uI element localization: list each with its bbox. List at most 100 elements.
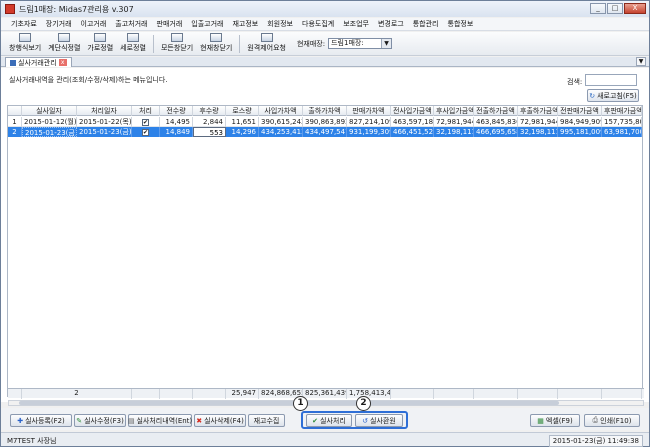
menu-shipping[interactable]: 출고처거래 bbox=[115, 19, 147, 29]
horizontal-layout-icon bbox=[94, 33, 107, 42]
col-after-purchase-amt[interactable]: 후사입가금액 bbox=[434, 106, 474, 116]
processed-checkbox[interactable]: ✔ bbox=[142, 128, 149, 136]
tab-dropdown-button[interactable]: ▼ bbox=[636, 57, 646, 66]
col-after-sales-amt[interactable]: 후판매가금액 bbox=[602, 106, 642, 116]
detail-button[interactable]: ▤ 실사처리내역(Ent) bbox=[128, 414, 192, 427]
col-processed[interactable]: 처리 bbox=[132, 106, 160, 116]
menu-integrated-mgmt[interactable]: 통합관리 bbox=[413, 19, 439, 29]
edit-button[interactable]: ✎ 실사수정(F3) bbox=[74, 414, 126, 427]
window-controls: _ □ X bbox=[590, 3, 646, 14]
app-icon bbox=[5, 4, 15, 14]
store-label: 현재매장: bbox=[296, 39, 326, 48]
close-all-icon bbox=[171, 33, 184, 42]
menu-inout[interactable]: 입출고거래 bbox=[191, 19, 223, 29]
menu-icon bbox=[10, 59, 16, 66]
highlight-box bbox=[301, 411, 408, 429]
toolbar-remote-button[interactable]: 원격제어요청 bbox=[247, 33, 286, 55]
col-shipping-diff[interactable]: 출하가차액 bbox=[303, 106, 347, 116]
callout-2: 2 bbox=[356, 396, 371, 411]
col-process-date[interactable]: 처리일자 bbox=[77, 106, 132, 116]
toolbar-close-all-button[interactable]: 모든창닫기 bbox=[161, 33, 193, 55]
search-input[interactable] bbox=[585, 74, 637, 86]
stocktake-panel: 실사거래내역을 관리(조회/수정/삭제)하는 메뉴입니다. 검색: ↻ 새로고침… bbox=[1, 68, 649, 402]
total-loss-qty: 25,947 bbox=[226, 389, 259, 399]
processed-checkbox[interactable]: ✔ bbox=[142, 118, 149, 126]
col-before-qty[interactable]: 전수량 bbox=[160, 106, 193, 116]
menu-description: 실사거래내역을 관리(조회/수정/삭제)하는 메뉴입니다. bbox=[9, 76, 168, 84]
close-icon[interactable]: x bbox=[58, 59, 67, 66]
toolbar-vertical-button[interactable]: 세로정렬 bbox=[120, 33, 146, 55]
row-count: 2 bbox=[22, 389, 132, 399]
menu-bar: 기초자료 장기거래 이고거래 출고처거래 판매거래 입출고거래 재고정보 회원정… bbox=[1, 18, 649, 31]
add-icon: ✚ bbox=[17, 416, 24, 425]
tab-bar: 실사거래관리 x ▼ bbox=[1, 57, 649, 67]
status-user: M7TEST 사장님 bbox=[7, 437, 57, 445]
stocktake-table: 실사일자 처리일자 처리 전수량 후수량 로스량 사입가차액 출하가차액 판매가… bbox=[7, 105, 643, 397]
store-selector: 현재매장: 드림1매장: ▼ bbox=[296, 38, 393, 55]
toolbar-cascade-button[interactable]: 계단식정렬 bbox=[48, 33, 80, 55]
tab-stocktake-management[interactable]: 실사거래관리 x bbox=[5, 57, 72, 67]
maximize-button[interactable]: □ bbox=[607, 3, 623, 14]
callout-1: 1 bbox=[293, 396, 308, 411]
col-before-purchase-amt[interactable]: 전사입가금액 bbox=[391, 106, 434, 116]
col-after-qty[interactable]: 후수량 bbox=[193, 106, 226, 116]
title-bar: 드림1매장: Midas7관리용 v.307 _ □ X bbox=[1, 1, 649, 17]
toolbar-separator bbox=[239, 35, 241, 53]
menu-integrated-info[interactable]: 통합정보 bbox=[448, 19, 474, 29]
col-purchase-diff[interactable]: 사입가차액 bbox=[259, 106, 303, 116]
window-toolbar: 창행식보기 계단식정렬 가로정렬 세로정렬 모든창닫기 현재창닫기 원격제어요청 bbox=[1, 32, 649, 56]
menu-long-term[interactable]: 장기거래 bbox=[46, 19, 72, 29]
close-button[interactable]: X bbox=[624, 3, 646, 14]
menu-multi-summary[interactable]: 다용도집계 bbox=[302, 19, 334, 29]
menu-transfer[interactable]: 이고거래 bbox=[81, 19, 107, 29]
col-before-sales-amt[interactable]: 전판매가금액 bbox=[558, 106, 602, 116]
excel-icon: ▦ bbox=[537, 416, 544, 425]
status-datetime: 2015-01-23(금) 11:49:38 bbox=[548, 435, 643, 447]
delete-icon: ✖ bbox=[196, 416, 203, 425]
refresh-icon: ↻ bbox=[589, 91, 596, 100]
menu-sales[interactable]: 판매거래 bbox=[157, 19, 183, 29]
table-header: 실사일자 처리일자 처리 전수량 후수량 로스량 사입가차액 출하가차액 판매가… bbox=[8, 106, 642, 116]
excel-button[interactable]: ▦ 엑셀(F9) bbox=[530, 414, 580, 427]
delete-button[interactable]: ✖ 실사삭제(F4) bbox=[194, 414, 246, 427]
detail-icon: ▤ bbox=[127, 416, 135, 425]
menu-change-log[interactable]: 변경로그 bbox=[378, 19, 404, 29]
chevron-down-icon[interactable]: ▼ bbox=[381, 39, 392, 48]
col-after-shipping-amt[interactable]: 후출하가금액 bbox=[518, 106, 558, 116]
vertical-layout-icon bbox=[127, 33, 140, 42]
register-button[interactable]: ✚ 실사등록(F2) bbox=[10, 414, 72, 427]
app-window: 드림1매장: Midas7관리용 v.307 _ □ X 기초자료 장기거래 이… bbox=[0, 0, 650, 447]
stock-collect-button[interactable]: 재고수집 bbox=[248, 414, 285, 427]
scrollbar-thumb[interactable] bbox=[19, 401, 559, 405]
window-cascade-icon bbox=[58, 33, 71, 42]
table-row[interactable]: 1 2015-01-12(월) 2015-01-22(목) ✔ 14,495 2… bbox=[8, 117, 642, 127]
store-value: 드림1매장: bbox=[331, 39, 364, 47]
col-sales-diff[interactable]: 판매가차액 bbox=[347, 106, 391, 116]
print-button[interactable]: ⎙ 인쇄(F10) bbox=[584, 414, 640, 427]
close-window-icon bbox=[210, 33, 223, 42]
table-summary-row: 2 25,947 824,868,655 825,361,439 1,758,4… bbox=[8, 388, 644, 399]
toolbar-tile-button[interactable]: 창행식보기 bbox=[9, 33, 41, 55]
remote-control-icon bbox=[260, 33, 273, 42]
minimize-button[interactable]: _ bbox=[590, 3, 606, 14]
toolbar-close-current-button[interactable]: 현재창닫기 bbox=[200, 33, 232, 55]
print-icon: ⎙ bbox=[592, 416, 599, 424]
col-rownum bbox=[8, 106, 22, 116]
toolbar-horizontal-button[interactable]: 가로정렬 bbox=[87, 33, 113, 55]
search-label: 검색: bbox=[567, 78, 583, 86]
store-select[interactable]: 드림1매장: ▼ bbox=[328, 38, 393, 49]
col-loss-qty[interactable]: 로스량 bbox=[226, 106, 259, 116]
menu-members[interactable]: 회원정보 bbox=[267, 19, 293, 29]
menu-basic-data[interactable]: 기초자료 bbox=[11, 19, 37, 29]
edit-icon: ✎ bbox=[76, 416, 83, 425]
refresh-button[interactable]: ↻ 새로고침(F5) bbox=[587, 89, 639, 102]
table-row-selected[interactable]: 2 2015-01-23(금) 2015-01-23(금) ✔ 14,849 5… bbox=[8, 127, 642, 137]
menu-aux[interactable]: 보조업무 bbox=[343, 19, 369, 29]
after-qty-edit-cell[interactable]: 553 bbox=[193, 127, 226, 137]
window-tile-icon bbox=[19, 33, 32, 42]
col-stocktake-date[interactable]: 실사일자 bbox=[22, 106, 77, 116]
menu-stock[interactable]: 재고정보 bbox=[232, 19, 258, 29]
window-title: 드림1매장: Midas7관리용 v.307 bbox=[19, 4, 134, 14]
horizontal-scrollbar[interactable] bbox=[8, 400, 644, 406]
col-before-shipping-amt[interactable]: 전출하가금액 bbox=[474, 106, 518, 116]
